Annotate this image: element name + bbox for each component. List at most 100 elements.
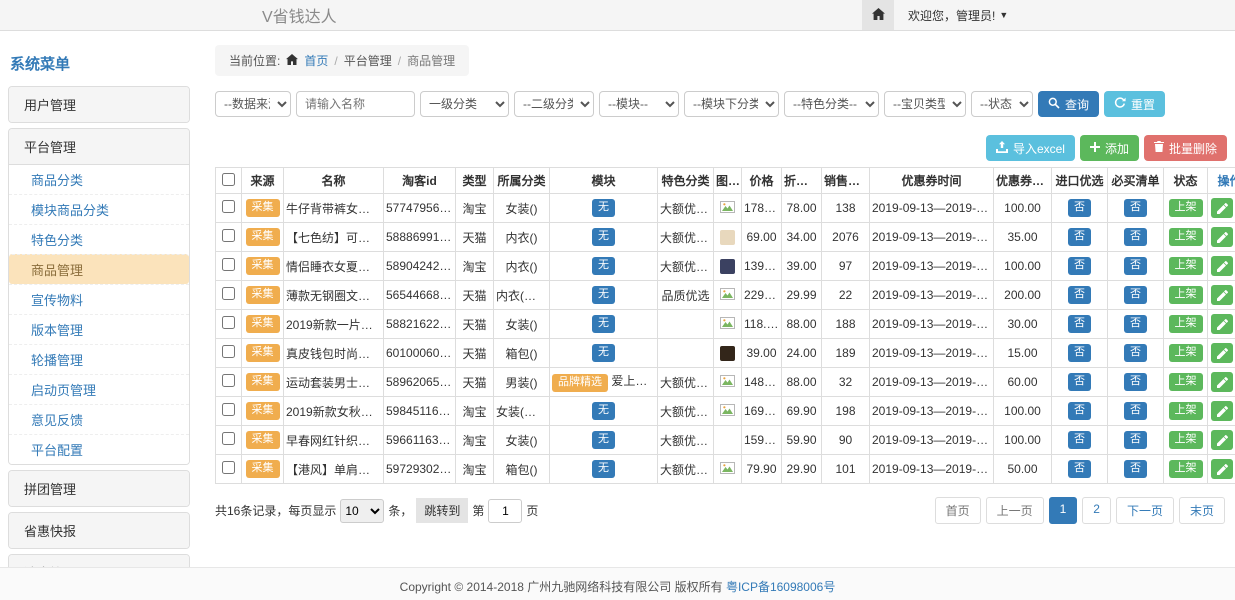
edit-button[interactable]	[1211, 343, 1233, 363]
add-button[interactable]: 添加	[1080, 135, 1139, 161]
must-buy-badge[interactable]: 否	[1124, 228, 1147, 245]
row-checkbox[interactable]	[222, 316, 235, 329]
import-select-badge[interactable]: 否	[1068, 228, 1091, 245]
import-select-badge[interactable]: 否	[1068, 431, 1091, 448]
sidebar-item-0[interactable]: 商品分类	[9, 165, 189, 194]
must-buy-badge[interactable]: 否	[1124, 460, 1147, 477]
row-checkbox[interactable]	[222, 229, 235, 242]
row-checkbox[interactable]	[222, 461, 235, 474]
page-button-3[interactable]: 2	[1082, 497, 1111, 524]
status-badge[interactable]: 上架	[1169, 431, 1203, 448]
must-buy-badge[interactable]: 否	[1124, 402, 1147, 419]
row-checkbox[interactable]	[222, 403, 235, 416]
sidebar-item-8[interactable]: 意见反馈	[9, 404, 189, 434]
edit-button[interactable]	[1211, 372, 1233, 392]
import-select-badge[interactable]: 否	[1068, 460, 1091, 477]
row-checkbox[interactable]	[222, 345, 235, 358]
sidebar-item-5[interactable]: 版本管理	[9, 314, 189, 344]
import-select-badge[interactable]: 否	[1068, 199, 1091, 216]
sidebar-item-1[interactable]: 模块商品分类	[9, 194, 189, 224]
column-header-3: 淘客id	[384, 168, 456, 194]
status-badge[interactable]: 上架	[1169, 402, 1203, 419]
edit-button[interactable]	[1211, 227, 1233, 247]
row-checkbox[interactable]	[222, 374, 235, 387]
must-buy-badge[interactable]: 否	[1124, 431, 1147, 448]
sidebar-bottom-sections: 拼团管理省惠快报消息管理订单管理兑换管理提现管理	[8, 470, 190, 568]
sidebar-item-3[interactable]: 商品管理	[9, 254, 189, 284]
icon-cell	[714, 194, 742, 223]
home-button[interactable]	[862, 0, 894, 30]
source-cell: 采集	[242, 426, 284, 455]
must-buy-badge[interactable]: 否	[1124, 257, 1147, 274]
import-excel-button[interactable]: 导入excel	[986, 135, 1075, 161]
taoke-id-cell: 565446685867	[384, 281, 456, 310]
sidebar-item-6[interactable]: 轮播管理	[9, 344, 189, 374]
breadcrumb-home-link[interactable]: 首页	[304, 52, 328, 69]
sidebar-item-7[interactable]: 启动页管理	[9, 374, 189, 404]
per-page-select[interactable]: 10	[340, 499, 384, 523]
row-checkbox[interactable]	[222, 287, 235, 300]
import-select-badge[interactable]: 否	[1068, 286, 1091, 303]
import-select-badge[interactable]: 否	[1068, 344, 1091, 361]
status-cell: 上架	[1164, 397, 1208, 426]
status-badge[interactable]: 上架	[1169, 315, 1203, 332]
import-select-badge[interactable]: 否	[1068, 257, 1091, 274]
sidebar-section-platform-mgmt[interactable]: 平台管理	[9, 129, 189, 165]
page-button-4[interactable]: 下一页	[1116, 497, 1174, 524]
row-checkbox[interactable]	[222, 258, 235, 271]
status-badge[interactable]: 上架	[1169, 257, 1203, 274]
filter-select-0[interactable]: 一级分类	[420, 91, 509, 117]
user-menu[interactable]: 欢迎您，管理员! ▼	[908, 7, 1008, 24]
status-badge[interactable]: 上架	[1169, 373, 1203, 390]
must-buy-badge[interactable]: 否	[1124, 315, 1147, 332]
filter-select-1[interactable]: --二级分类--	[514, 91, 594, 117]
sidebar-item-2[interactable]: 特色分类	[9, 224, 189, 254]
select-all-checkbox[interactable]	[222, 173, 235, 186]
sidebar-bottom-section-0[interactable]: 拼团管理	[9, 471, 189, 506]
must-buy-badge[interactable]: 否	[1124, 199, 1147, 216]
data-source-select[interactable]: --数据来源--	[215, 91, 291, 117]
page-button-1[interactable]: 上一页	[986, 497, 1044, 524]
page-button-0[interactable]: 首页	[935, 497, 981, 524]
edit-button[interactable]	[1211, 314, 1233, 334]
icp-link[interactable]: 粤ICP备16098006号	[726, 580, 835, 594]
must-buy-badge[interactable]: 否	[1124, 286, 1147, 303]
status-badge[interactable]: 上架	[1169, 228, 1203, 245]
sidebar-item-4[interactable]: 宣传物料	[9, 284, 189, 314]
filter-select-4[interactable]: --特色分类--	[784, 91, 879, 117]
name-search-input[interactable]	[296, 91, 415, 117]
import-select-badge[interactable]: 否	[1068, 373, 1091, 390]
must-buy-badge[interactable]: 否	[1124, 373, 1147, 390]
sidebar-item-9[interactable]: 平台配置	[9, 434, 189, 464]
filter-select-6[interactable]: --状态--	[971, 91, 1033, 117]
edit-button[interactable]	[1211, 285, 1233, 305]
status-badge[interactable]: 上架	[1169, 460, 1203, 477]
batch-delete-button[interactable]: 批量删除	[1144, 135, 1227, 161]
jump-to-button[interactable]: 跳转到	[416, 498, 468, 523]
status-badge[interactable]: 上架	[1169, 199, 1203, 216]
sidebar-section-user-mgmt[interactable]: 用户管理	[9, 87, 189, 122]
filter-select-5[interactable]: --宝贝类型--	[884, 91, 966, 117]
row-checkbox[interactable]	[222, 432, 235, 445]
reset-button[interactable]: 重置	[1104, 91, 1165, 117]
status-badge[interactable]: 上架	[1169, 344, 1203, 361]
search-button[interactable]: 查询	[1038, 91, 1099, 117]
edit-button[interactable]	[1211, 430, 1233, 450]
page-number-input[interactable]	[488, 499, 522, 523]
sidebar-bottom-section-1[interactable]: 省惠快报	[9, 513, 189, 548]
edit-button[interactable]	[1211, 256, 1233, 276]
filter-select-2[interactable]: --模块--	[599, 91, 679, 117]
page-button-5[interactable]: 末页	[1179, 497, 1225, 524]
row-checkbox[interactable]	[222, 200, 235, 213]
import-select-badge[interactable]: 否	[1068, 315, 1091, 332]
page-button-2[interactable]: 1	[1049, 497, 1078, 524]
actions-cell	[1208, 339, 1235, 368]
edit-button[interactable]	[1211, 459, 1233, 479]
must-buy-badge[interactable]: 否	[1124, 344, 1147, 361]
status-badge[interactable]: 上架	[1169, 286, 1203, 303]
edit-button[interactable]	[1211, 198, 1233, 218]
import-select-badge[interactable]: 否	[1068, 402, 1091, 419]
filter-select-3[interactable]: --模块下分类--	[684, 91, 779, 117]
edit-button[interactable]	[1211, 401, 1233, 421]
plus-icon	[1090, 141, 1100, 155]
